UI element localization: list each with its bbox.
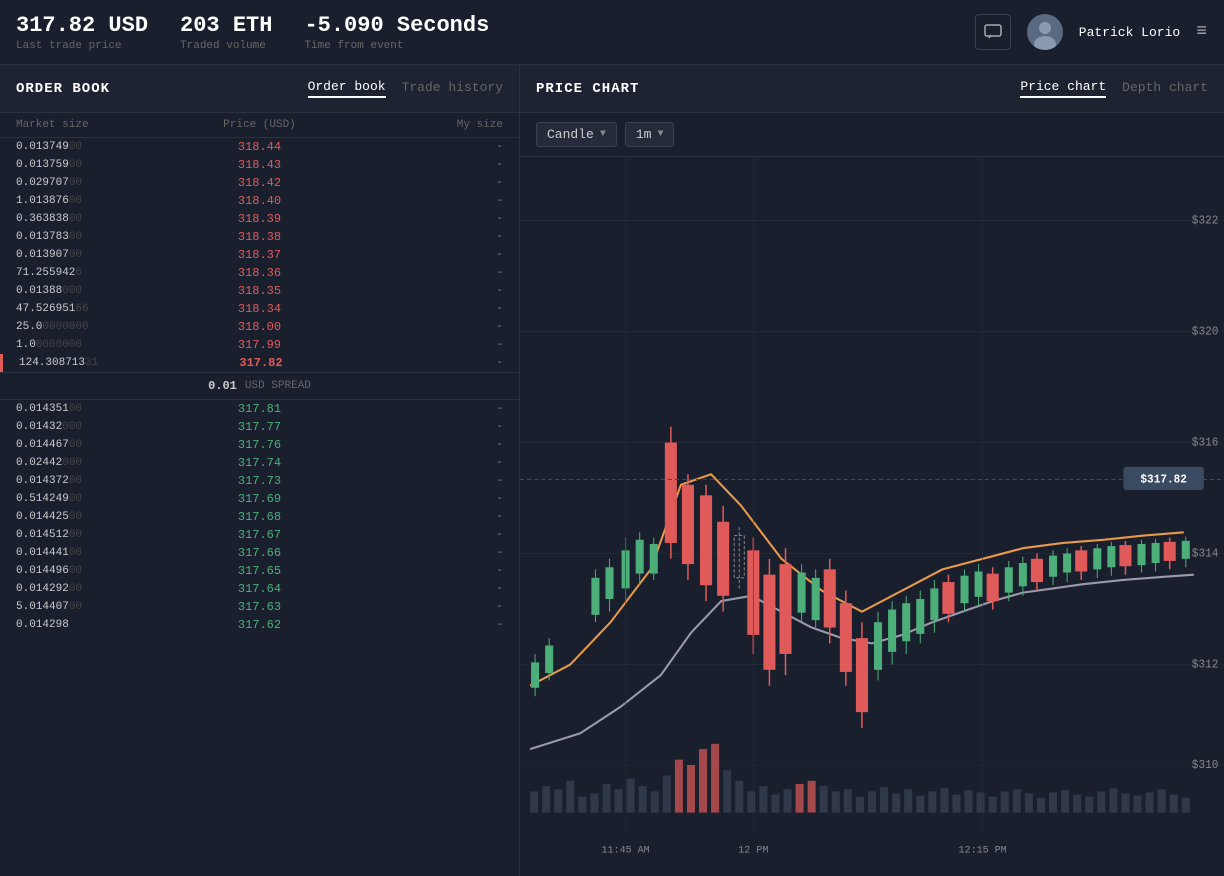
- svg-text:$317.82: $317.82: [1140, 474, 1187, 486]
- col-market-size: Market size: [16, 119, 178, 131]
- table-row[interactable]: 124.30871331 317.82 -: [0, 354, 519, 372]
- traded-volume-label: Traded volume: [180, 40, 272, 52]
- table-row[interactable]: 0.01378300 318.38 -: [0, 228, 519, 246]
- timeframe-label: 1m: [636, 127, 652, 142]
- right-panel: PRICE CHART Price chart Depth chart Cand…: [520, 65, 1224, 876]
- user-name: Patrick Lorio: [1079, 25, 1180, 40]
- time-from-event-label: Time from event: [304, 40, 489, 52]
- table-row[interactable]: 0.51424900 317.69 -: [0, 490, 519, 508]
- table-row[interactable]: 0.01444100 317.66 -: [0, 544, 519, 562]
- buy-orders-section: 0.01435100 317.81 - 0.01432000 317.77 - …: [0, 400, 519, 634]
- chat-button[interactable]: [975, 14, 1011, 50]
- last-trade-price-label: Last trade price: [16, 40, 148, 52]
- sell-orders-section: 0.01374900 318.44 - 0.01375900 318.43 - …: [0, 138, 519, 372]
- svg-text:$322: $322: [1192, 215, 1219, 227]
- col-my-size: My size: [341, 119, 503, 131]
- traded-volume-metric: 203 ETH Traded volume: [180, 13, 272, 52]
- tab-price-chart[interactable]: Price chart: [1020, 79, 1106, 98]
- table-row[interactable]: 1.01387600 318.40 -: [0, 192, 519, 210]
- svg-text:12:15 PM: 12:15 PM: [959, 845, 1007, 857]
- top-bar: 317.82 USD Last trade price 203 ETH Trad…: [0, 0, 1224, 65]
- timeframe-dropdown[interactable]: 1m ▼: [625, 122, 675, 147]
- table-row[interactable]: 0.014298 317.62 -: [0, 616, 519, 634]
- spread-label: USD SPREAD: [245, 380, 311, 392]
- table-row[interactable]: 25.00000000 318.00 -: [0, 318, 519, 336]
- table-row[interactable]: 0.36383800 318.39 -: [0, 210, 519, 228]
- left-panel: ORDER BOOK Order book Trade history Mark…: [0, 65, 520, 876]
- col-price-usd: Price (USD): [178, 119, 340, 131]
- table-row[interactable]: 5.01440700 317.63 -: [0, 598, 519, 616]
- order-book-title: ORDER BOOK: [16, 81, 110, 97]
- table-row[interactable]: 0.01446700 317.76 -: [0, 436, 519, 454]
- right-header: PRICE CHART Price chart Depth chart: [520, 65, 1224, 113]
- svg-text:$312: $312: [1192, 660, 1219, 672]
- svg-text:12 PM: 12 PM: [738, 845, 768, 857]
- table-row[interactable]: 0.01375900 318.43 -: [0, 156, 519, 174]
- time-from-event-value: -5.090 Seconds: [304, 13, 489, 38]
- table-row[interactable]: 0.01435100 317.81 -: [0, 400, 519, 418]
- tab-trade-history[interactable]: Trade history: [402, 80, 503, 97]
- traded-volume-value: 203 ETH: [180, 13, 272, 38]
- time-from-event-metric: -5.090 Seconds Time from event: [304, 13, 489, 52]
- table-row[interactable]: 0.01374900 318.44 -: [0, 138, 519, 156]
- svg-text:$316: $316: [1192, 437, 1219, 449]
- chart-type-label: Candle: [547, 127, 594, 142]
- chevron-down-icon: ▼: [657, 129, 663, 140]
- table-row[interactable]: 71.2559426 318.36 -: [0, 264, 519, 282]
- tab-depth-chart[interactable]: Depth chart: [1122, 80, 1208, 97]
- chart-controls: Candle ▼ 1m ▼: [520, 113, 1224, 157]
- spread-bar: 0.01 USD SPREAD: [0, 372, 519, 400]
- order-book-column-headers: Market size Price (USD) My size: [0, 113, 519, 138]
- table-row[interactable]: 0.01442500 317.68 -: [0, 508, 519, 526]
- left-header: ORDER BOOK Order book Trade history: [0, 65, 519, 113]
- table-row[interactable]: 47.52695166 318.34 -: [0, 300, 519, 318]
- table-row[interactable]: 0.01429200 317.64 -: [0, 580, 519, 598]
- price-chart-title: PRICE CHART: [536, 81, 639, 97]
- last-trade-price-metric: 317.82 USD Last trade price: [16, 13, 148, 52]
- table-row[interactable]: 0.01432000 317.77 -: [0, 418, 519, 436]
- chart-type-dropdown[interactable]: Candle ▼: [536, 122, 617, 147]
- chevron-down-icon: ▼: [600, 129, 606, 140]
- menu-icon[interactable]: ≡: [1196, 22, 1208, 42]
- last-trade-price-value: 317.82 USD: [16, 13, 148, 38]
- svg-text:$310: $310: [1192, 760, 1219, 772]
- table-row[interactable]: 0.01437200 317.73 -: [0, 472, 519, 490]
- spread-value: 0.01: [208, 379, 237, 393]
- table-row[interactable]: 1.00000000 317.99 -: [0, 336, 519, 354]
- tab-order-book[interactable]: Order book: [308, 79, 386, 98]
- table-row[interactable]: 0.01451200 317.67 -: [0, 526, 519, 544]
- table-row[interactable]: 0.02970700 318.42 -: [0, 174, 519, 192]
- chart-area: $322 $320 $316 $314 $312 $310: [520, 157, 1224, 876]
- svg-text:11:45 AM: 11:45 AM: [602, 845, 650, 857]
- price-chart-svg: $322 $320 $316 $314 $312 $310: [520, 157, 1224, 876]
- table-row[interactable]: 0.01390700 318.37 -: [0, 246, 519, 264]
- table-row[interactable]: 0.01388000 318.35 -: [0, 282, 519, 300]
- top-bar-right: Patrick Lorio ≡: [975, 14, 1208, 50]
- main-layout: ORDER BOOK Order book Trade history Mark…: [0, 65, 1224, 876]
- avatar: [1027, 14, 1063, 50]
- svg-text:$320: $320: [1192, 326, 1219, 338]
- table-row[interactable]: 0.01449600 317.65 -: [0, 562, 519, 580]
- svg-text:$314: $314: [1192, 548, 1219, 560]
- table-row[interactable]: 0.02442000 317.74 -: [0, 454, 519, 472]
